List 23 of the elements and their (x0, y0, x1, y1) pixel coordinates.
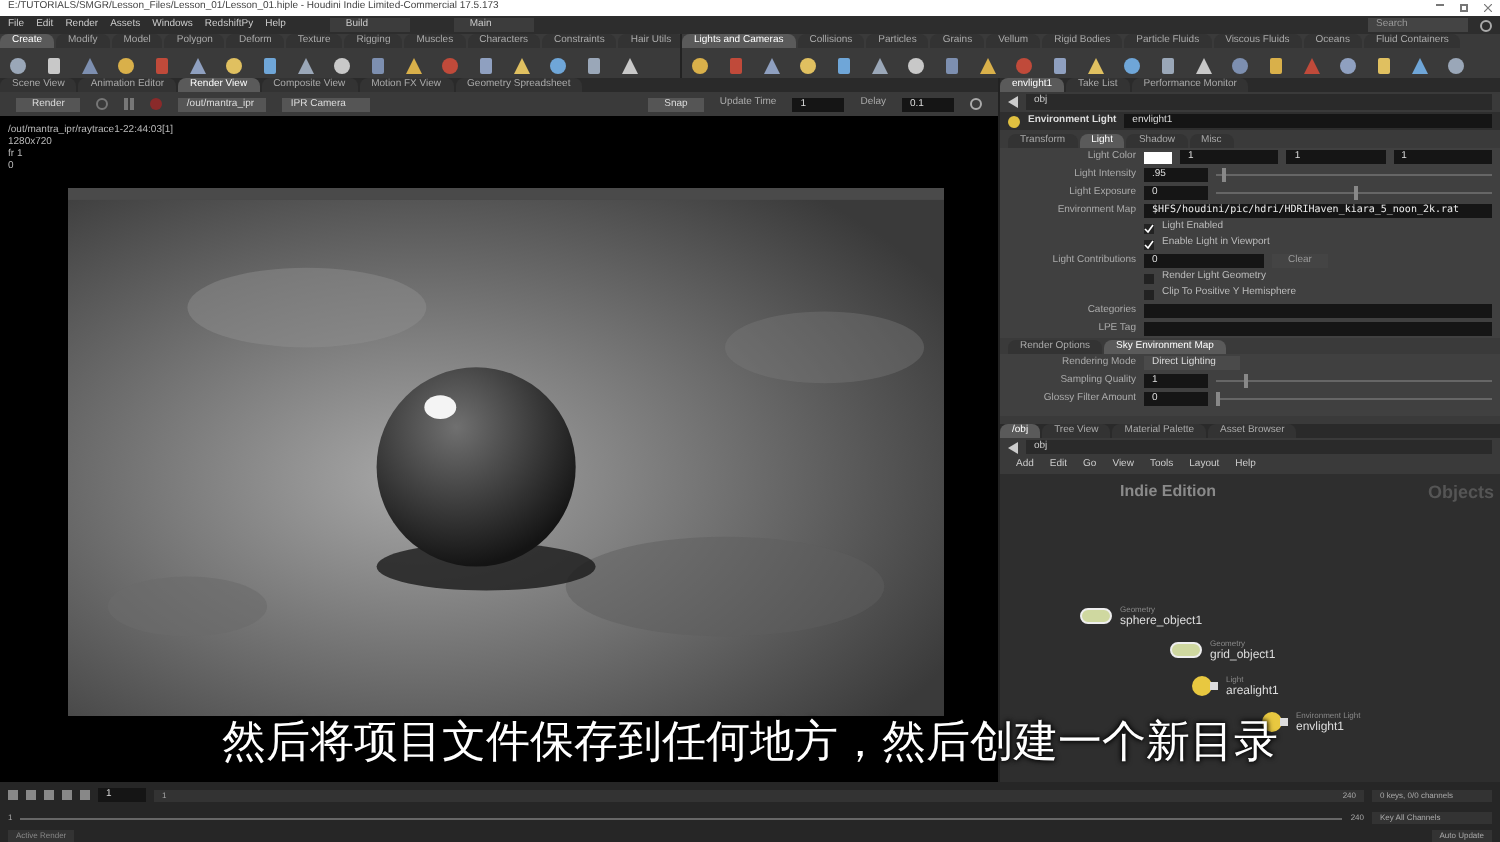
close-icon[interactable] (1484, 4, 1492, 12)
pause-icon[interactable] (124, 98, 135, 110)
slider-handle[interactable] (1243, 374, 1248, 388)
help-icon[interactable] (1480, 19, 1492, 31)
slider-handle[interactable] (1221, 168, 1226, 182)
slider-handle[interactable] (1216, 392, 1220, 406)
color-swatch[interactable] (1144, 151, 1172, 163)
refresh-icon[interactable] (96, 98, 109, 110)
help-icon[interactable] (970, 98, 982, 110)
geometry-node-icon[interactable] (1170, 642, 1202, 658)
maximize-icon[interactable] (1460, 4, 1468, 12)
checkbox[interactable] (1144, 289, 1154, 299)
checkbox[interactable] (1144, 223, 1154, 233)
text-field[interactable] (1144, 304, 1492, 318)
edition-label: Indie Edition (1120, 480, 1216, 504)
light-type-icon (1008, 115, 1020, 127)
checkbox[interactable] (1144, 273, 1154, 283)
slider-handle[interactable] (1354, 186, 1358, 200)
text-field[interactable] (1144, 322, 1492, 336)
light-node-icon[interactable] (1190, 674, 1218, 698)
subtitle: 然后将项目文件保存到任何地方，然后创建一个新目录 (222, 718, 1278, 770)
checkbox[interactable] (1144, 239, 1154, 249)
geometry-node-icon[interactable] (1080, 608, 1112, 624)
